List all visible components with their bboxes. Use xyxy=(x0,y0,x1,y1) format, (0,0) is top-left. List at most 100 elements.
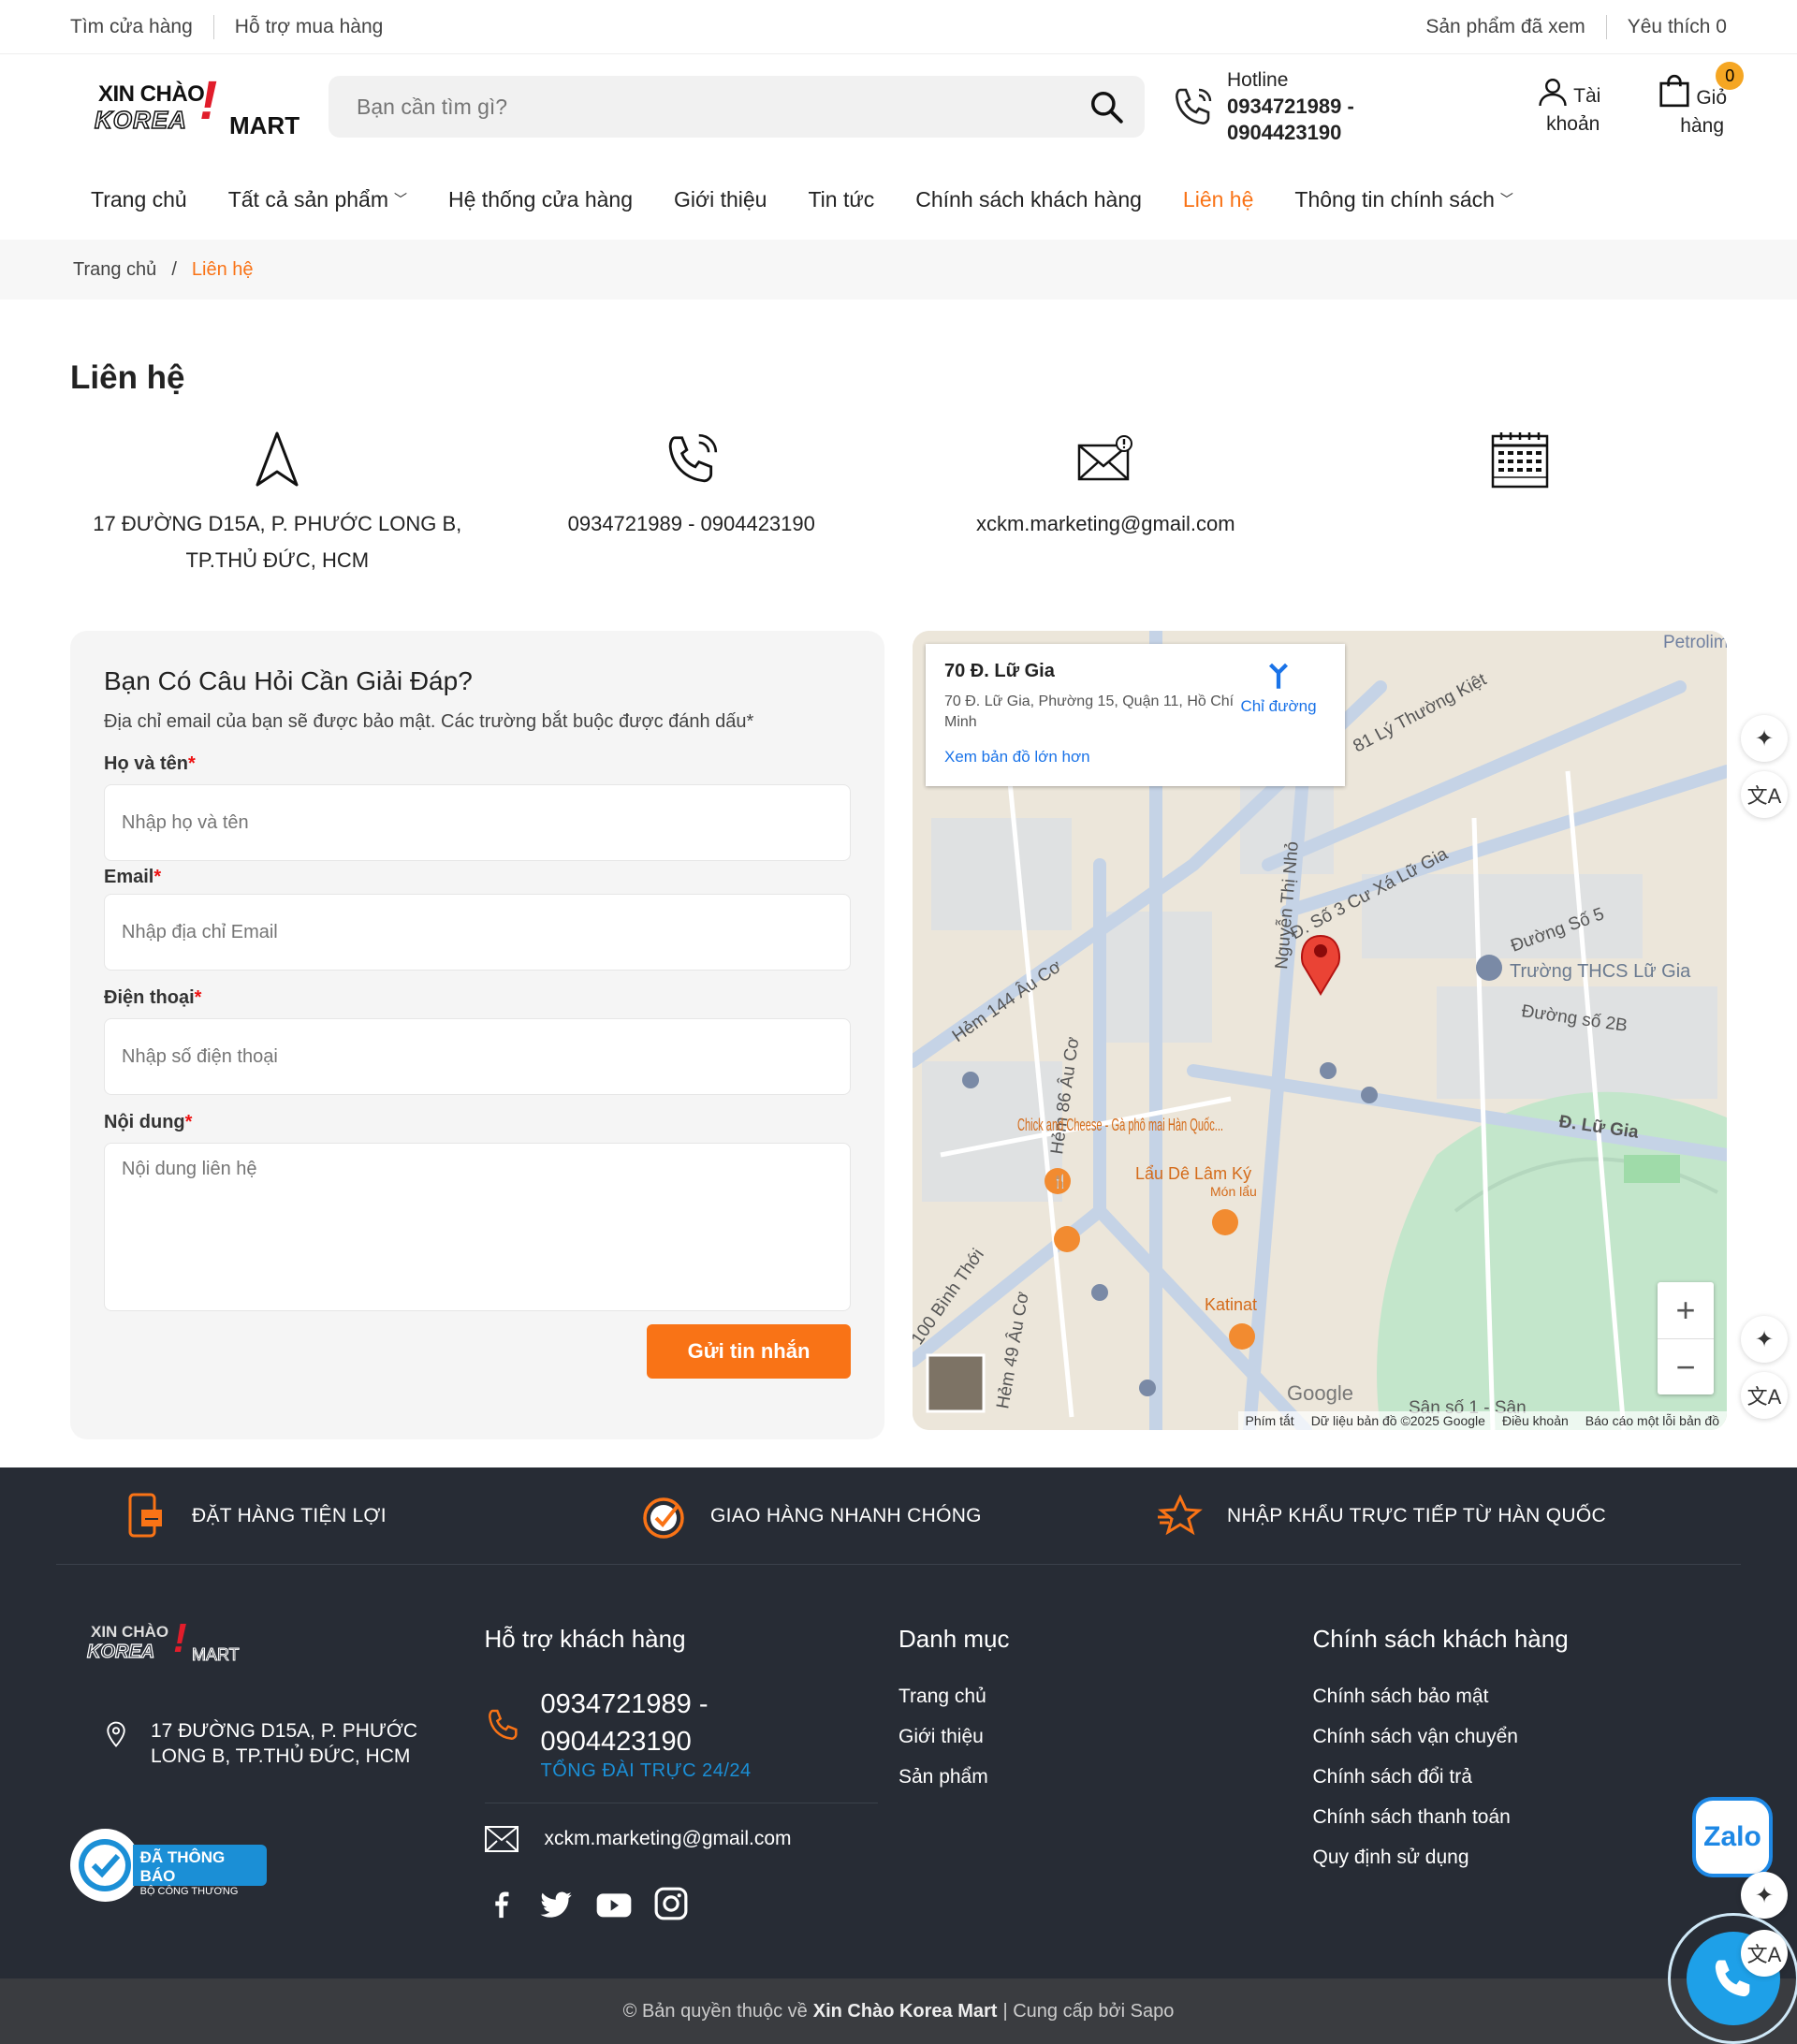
required-mark: * xyxy=(194,987,202,1008)
phone-ringing-icon xyxy=(668,433,717,483)
address-line: TP.THỦ ĐỨC, HCM xyxy=(185,548,370,572)
footer-link[interactable]: Trang chủ xyxy=(898,1686,1313,1708)
larger-map-link[interactable]: Xem bản đồ lớn hơn xyxy=(944,748,1326,766)
nav-customer-policy[interactable]: Chính sách khách hàng xyxy=(915,187,1142,212)
favorites-link[interactable]: Yêu thích 0 xyxy=(1628,16,1727,38)
check-badge-icon xyxy=(70,1829,140,1902)
translate-icon: 文A xyxy=(1746,784,1782,808)
address-line: LONG B, TP.THỦ ĐỨC, HCM xyxy=(151,1745,411,1767)
breadcrumb: Trang chủ / Liên hệ xyxy=(0,240,1797,299)
directions-icon xyxy=(1268,663,1289,689)
label-text: Họ và tên xyxy=(104,753,189,774)
footer-link[interactable]: Quy định sử dụng xyxy=(1313,1847,1728,1869)
check-circle-icon xyxy=(643,1496,684,1539)
map-zoom-control: + − xyxy=(1658,1282,1714,1394)
feature-item: GIAO HÀNG NHANH CHÓNG xyxy=(641,1494,1156,1539)
nav-stores[interactable]: Hệ thống cửa hàng xyxy=(448,187,633,212)
site-logo[interactable]: XIN CHÀO KOREA ! MART xyxy=(70,74,300,140)
support-phone-number: 0904423190 xyxy=(540,1727,692,1757)
logo-exclaim-icon: ! xyxy=(173,1615,187,1661)
facebook-icon[interactable] xyxy=(485,1886,517,1923)
zoom-out-button[interactable]: − xyxy=(1658,1338,1714,1394)
footer-link[interactable]: Chính sách đổi trả xyxy=(1313,1766,1728,1788)
report-link[interactable]: Báo cáo một lỗi bản đồ xyxy=(1585,1413,1719,1428)
search-bar xyxy=(329,76,1145,138)
youtube-icon[interactable] xyxy=(595,1886,633,1923)
copyright-text: | Cung cấp bởi Sapo xyxy=(1002,2000,1175,2022)
footer-link[interactable]: Chính sách bảo mật xyxy=(1313,1686,1728,1708)
search-icon[interactable] xyxy=(1088,89,1124,124)
address-line: 17 ĐƯỜNG D15A, P. PHƯỚC LONG B, xyxy=(93,512,462,535)
hotline[interactable]: Hotline 0934721989 - 0904423190 xyxy=(1171,67,1354,146)
footer-link[interactable]: Chính sách thanh toán xyxy=(1313,1806,1728,1829)
logo-text: KOREA xyxy=(94,105,187,135)
map-pin-icon xyxy=(107,1721,125,1747)
translate-button[interactable]: 文A xyxy=(1741,1372,1788,1419)
cart-button[interactable]: 0 Giỏ hàng xyxy=(1657,62,1745,140)
form-title: Bạn Có Câu Hỏi Cần Giải Đáp? xyxy=(104,666,473,695)
footer-link[interactable]: Sản phẩm xyxy=(898,1766,1313,1788)
logo-text: MART xyxy=(229,111,300,139)
directions-button[interactable]: Chỉ đường xyxy=(1236,661,1321,716)
search-input[interactable] xyxy=(357,94,1012,120)
twitter-icon[interactable] xyxy=(537,1886,575,1923)
nav-home[interactable]: Trang chủ xyxy=(91,187,187,212)
header: XIN CHÀO KOREA ! MART Hotline 0934721989… xyxy=(0,54,1797,159)
nav-all-products[interactable]: Tất cả sản phẩm ﹀ xyxy=(228,187,407,212)
zoom-in-button[interactable]: + xyxy=(1658,1282,1714,1338)
support-phone[interactable]: 0934721989 - 0904423190 TỔNG ĐÀI TRỰC 24… xyxy=(484,1686,878,1803)
viewed-products-link[interactable]: Sản phẩm đã xem xyxy=(1425,16,1585,38)
google-logo: Google xyxy=(1287,1381,1353,1405)
nav-label: Thông tin chính sách xyxy=(1294,186,1495,212)
support-sub-text: TỔNG ĐÀI TRỰC 24/24 xyxy=(540,1760,752,1781)
moit-badge[interactable]: ĐÃ THÔNG BÁO BỘ CÔNG THƯƠNG xyxy=(70,1829,267,1902)
phone-input[interactable] xyxy=(104,1018,851,1095)
translate-icon: 文A xyxy=(1746,1943,1782,1966)
find-store-link[interactable]: Tìm cửa hàng xyxy=(70,16,193,38)
footer-address: 17 ĐƯỜNG D15A, P. PHƯỚC LONG B, TP.THỦ Đ… xyxy=(102,1718,485,1769)
nav-news[interactable]: Tin tức xyxy=(808,187,874,212)
submit-button[interactable]: Gửi tin nhắn xyxy=(647,1324,851,1379)
zalo-chat-button[interactable]: Zalo xyxy=(1692,1797,1773,1877)
feature-text: NHẬP KHẨU TRỰC TIẾP TỪ HÀN QUỐC xyxy=(1227,1504,1606,1526)
ai-sparkle-button[interactable]: ✦ xyxy=(1741,1872,1788,1919)
nav-policy-info[interactable]: Thông tin chính sách ﹀ xyxy=(1294,187,1513,212)
name-input[interactable] xyxy=(104,784,851,861)
map-data-text: Dữ liệu bản đồ ©2025 Google xyxy=(1310,1413,1485,1428)
support-link[interactable]: Hỗ trợ mua hàng xyxy=(235,16,384,38)
terms-link[interactable]: Điều khoản xyxy=(1502,1413,1569,1428)
breadcrumb-home[interactable]: Trang chủ xyxy=(73,259,156,281)
account-button[interactable]: Tài khoản xyxy=(1536,75,1600,139)
logo-text: MART xyxy=(192,1645,241,1665)
email-text: xckm.marketing@gmail.com xyxy=(544,1828,792,1849)
copyright-bar: © Bản quyền thuộc về Xin Chào Korea Mart… xyxy=(0,1978,1797,2044)
phone-text[interactable]: 0934721989 - 0904423190 xyxy=(568,505,815,542)
ai-sparkle-button[interactable]: ✦ xyxy=(1741,715,1788,762)
mail-icon xyxy=(484,1826,519,1852)
copyright-brand[interactable]: Xin Chào Korea Mart xyxy=(813,2001,998,2022)
footer: ĐẶT HÀNG TIỆN LỢI GIAO HÀNG NHANH CHÓNG … xyxy=(0,1467,1797,1978)
content-textarea[interactable] xyxy=(104,1143,851,1311)
translate-button[interactable]: 文A xyxy=(1741,1930,1788,1977)
email-input[interactable] xyxy=(104,894,851,971)
footer-link[interactable]: Giới thiệu xyxy=(898,1726,1313,1748)
nav-contact[interactable]: Liên hệ xyxy=(1183,187,1253,212)
footer-link[interactable]: Chính sách vận chuyển xyxy=(1313,1726,1728,1748)
translate-icon: 文A xyxy=(1746,1385,1782,1409)
nav-about[interactable]: Giới thiệu xyxy=(674,187,767,212)
feature-text: GIAO HÀNG NHANH CHÓNG xyxy=(710,1504,982,1526)
email-text[interactable]: xckm.marketing@gmail.com xyxy=(976,505,1235,542)
support-email[interactable]: xckm.marketing@gmail.com xyxy=(484,1826,899,1852)
label-text: Email xyxy=(104,867,154,887)
instagram-icon[interactable] xyxy=(653,1886,689,1921)
zalo-label: Zalo xyxy=(1703,1821,1761,1852)
translate-button[interactable]: 文A xyxy=(1741,771,1788,818)
badge-text: ĐÃ THÔNG BÁO xyxy=(139,1848,226,1885)
contact-phone: 0934721989 - 0904423190 xyxy=(485,431,899,578)
required-mark: * xyxy=(184,1112,193,1132)
embedded-map[interactable]: 🍴 81 Lý Thường Kiệt Đ. Số 3 Cư Xá Lữ Gia… xyxy=(913,631,1727,1430)
footer-logo[interactable]: XIN CHÀO KOREA ! MART xyxy=(86,1615,246,1677)
ai-sparkle-button[interactable]: ✦ xyxy=(1741,1316,1788,1363)
cart-label: hàng xyxy=(1680,115,1725,137)
shortcuts-link[interactable]: Phím tắt xyxy=(1246,1413,1294,1428)
